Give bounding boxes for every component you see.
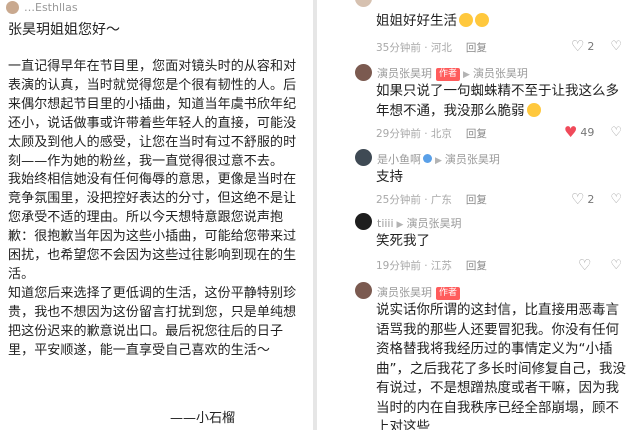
reply-arrow-icon: ▶ [463, 70, 470, 80]
reply-arrow-icon: ▶ [435, 156, 442, 166]
letter-paragraph: 一直记得早年在节目里，您面对镜头时的从容和对表演的认真，当时就觉得您是个很有韧性… [8, 59, 297, 169]
like-control[interactable]: ♡ ♡ [578, 256, 622, 274]
letter-paragraph: 知道您后来选择了更低调的生活，这份平静特别珍贵，我也不想因为这份留言打扰到您，只… [8, 285, 297, 358]
heart-icon[interactable]: ♥ [564, 123, 577, 141]
reply-button[interactable]: 回复 [466, 42, 487, 54]
avatar[interactable] [355, 149, 372, 166]
dislike-icon[interactable]: ♡ [610, 39, 622, 54]
reply-arrow-icon: ▶ [396, 220, 404, 230]
top-username[interactable]: …Esthllas [24, 1, 78, 14]
clap-emoji-icon [459, 13, 473, 27]
comment-author: tiiii ▶ 演员张昊玥 [377, 215, 461, 231]
comment-text: 如果只说了一句蜘蛛精不至于让我这么多年想不通，我没那么脆弱 [376, 82, 631, 121]
author-badge: 作者 [436, 68, 461, 81]
reply-button[interactable]: 回复 [466, 194, 487, 206]
author-badge: 作者 [436, 287, 461, 300]
comment-meta: 25分钟前 · 广东 回复 [376, 192, 487, 207]
comment-text: 说实话你所谓的这封信，比直接用恶毒言语骂我的那些人还要冒犯我。你没有任何资格替我… [376, 302, 626, 430]
letter-greeting: 张昊玥姐姐您好～ [8, 22, 120, 38]
like-control[interactable]: ♡ 2 ♡ [571, 190, 622, 208]
comment-author: 演员张昊玥 作者 [377, 284, 461, 300]
comment-text-content: 如果只说了一句蜘蛛精不至于让我这么多年想不通，我没那么脆弱 [376, 83, 619, 119]
comment-author: 是小鱼啊 ▶ 演员张昊玥 [377, 151, 500, 167]
comment-author-name[interactable]: 是小鱼啊 [377, 153, 421, 166]
avatar[interactable] [6, 1, 19, 14]
avatar[interactable] [355, 64, 372, 81]
smile-emoji-icon [526, 102, 541, 117]
avatar[interactable] [355, 0, 372, 7]
letter-signature: ——小石榴 [170, 411, 236, 426]
comment-author-name[interactable]: 演员张昊玥 [377, 286, 432, 299]
heart-icon[interactable]: ♡ [578, 256, 591, 274]
avatar[interactable] [355, 282, 372, 299]
comment-time: 19分钟前 · 江苏 [376, 260, 452, 272]
letter-paragraph: 我始终相信她没有任何侮辱的意思，更像是当时在竞争氛围里，没把控好表达的分寸，但这… [8, 172, 297, 282]
comment-text: 姐姐好好生活 [376, 12, 631, 32]
like-control[interactable]: ♥ 49 ♡ [564, 123, 622, 141]
heart-icon[interactable]: ♡ [571, 37, 584, 55]
comments-panel: 姐姐好好生活 35分钟前 · 河北 回复 ♡ 2 ♡ 演员张昊玥 作者 ▶ 演员张昊玥 如果… [317, 0, 640, 430]
comment-time: 35分钟前 · 河北 [376, 42, 452, 54]
reply-to-name[interactable]: 演员张昊玥 [473, 67, 528, 80]
comment-text: 支持 [376, 169, 403, 185]
reply-to-name[interactable]: 演员张昊玥 [406, 217, 461, 230]
comment-author-name[interactable]: tiiii [377, 217, 394, 230]
reply-to-name[interactable]: 演员张昊玥 [445, 153, 500, 166]
like-count: 2 [587, 193, 595, 206]
clap-emoji-icon [475, 13, 489, 27]
comment-text: 笑死我了 [376, 233, 430, 249]
avatar[interactable] [355, 213, 372, 230]
comment-time: 29分钟前 · 北京 [376, 128, 452, 140]
reply-button[interactable]: 回复 [466, 260, 487, 272]
comment-author: 演员张昊玥 作者 ▶ 演员张昊玥 [377, 65, 528, 81]
dislike-icon[interactable]: ♡ [610, 125, 622, 140]
dislike-icon[interactable]: ♡ [610, 192, 622, 207]
like-control[interactable]: ♡ 2 ♡ [571, 37, 622, 55]
letter-body: 一直记得早年在节目里，您面对镜头时的从容和对表演的认真，当时就觉得您是个很有韧性… [8, 58, 306, 361]
comment-author-name[interactable]: 演员张昊玥 [377, 67, 432, 80]
like-count: 2 [587, 40, 595, 53]
letter-panel: …Esthllas 张昊玥姐姐您好～ 一直记得早年在节目里，您面对镜头时的从容和… [0, 0, 313, 430]
dislike-icon[interactable]: ♡ [610, 258, 622, 273]
fish-badge-icon [423, 154, 432, 163]
comment-text-content: 姐姐好好生活 [376, 13, 457, 29]
heart-icon[interactable]: ♡ [571, 190, 584, 208]
like-count: 49 [580, 126, 595, 139]
comment-meta: 35分钟前 · 河北 回复 [376, 40, 487, 55]
letter-top-bar: …Esthllas [6, 0, 296, 16]
comment-meta: 19分钟前 · 江苏 回复 [376, 258, 487, 273]
comment-meta: 29分钟前 · 北京 回复 [376, 126, 487, 141]
reply-button[interactable]: 回复 [466, 128, 487, 140]
comment-time: 25分钟前 · 广东 [376, 194, 452, 206]
